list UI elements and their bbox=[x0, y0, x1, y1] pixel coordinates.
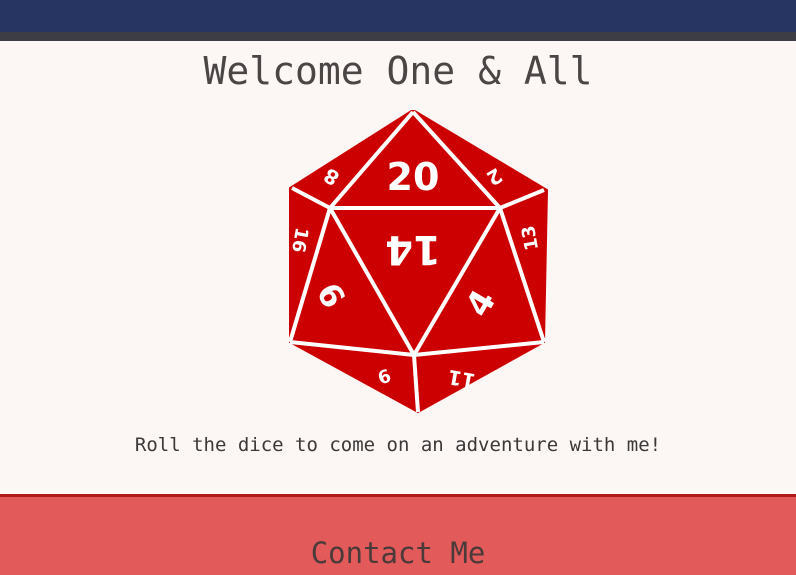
top-nav-border bbox=[0, 32, 796, 41]
dice-face-11: 11 bbox=[446, 365, 478, 393]
dice-face-14: 14 bbox=[385, 226, 441, 272]
d20-dice-icon[interactable]: 20 14 8 2 16 13 6 4 9 11 bbox=[286, 110, 550, 415]
dice-face-20: 20 bbox=[387, 155, 440, 199]
top-nav-bar bbox=[0, 0, 796, 32]
dice-face-13: 13 bbox=[518, 224, 543, 252]
hero-tagline: Roll the dice to come on an adventure wi… bbox=[134, 434, 662, 456]
contact-heading: Contact Me bbox=[310, 536, 486, 570]
page-title: Welcome One & All bbox=[203, 49, 593, 93]
dice-face-16: 16 bbox=[287, 226, 312, 254]
